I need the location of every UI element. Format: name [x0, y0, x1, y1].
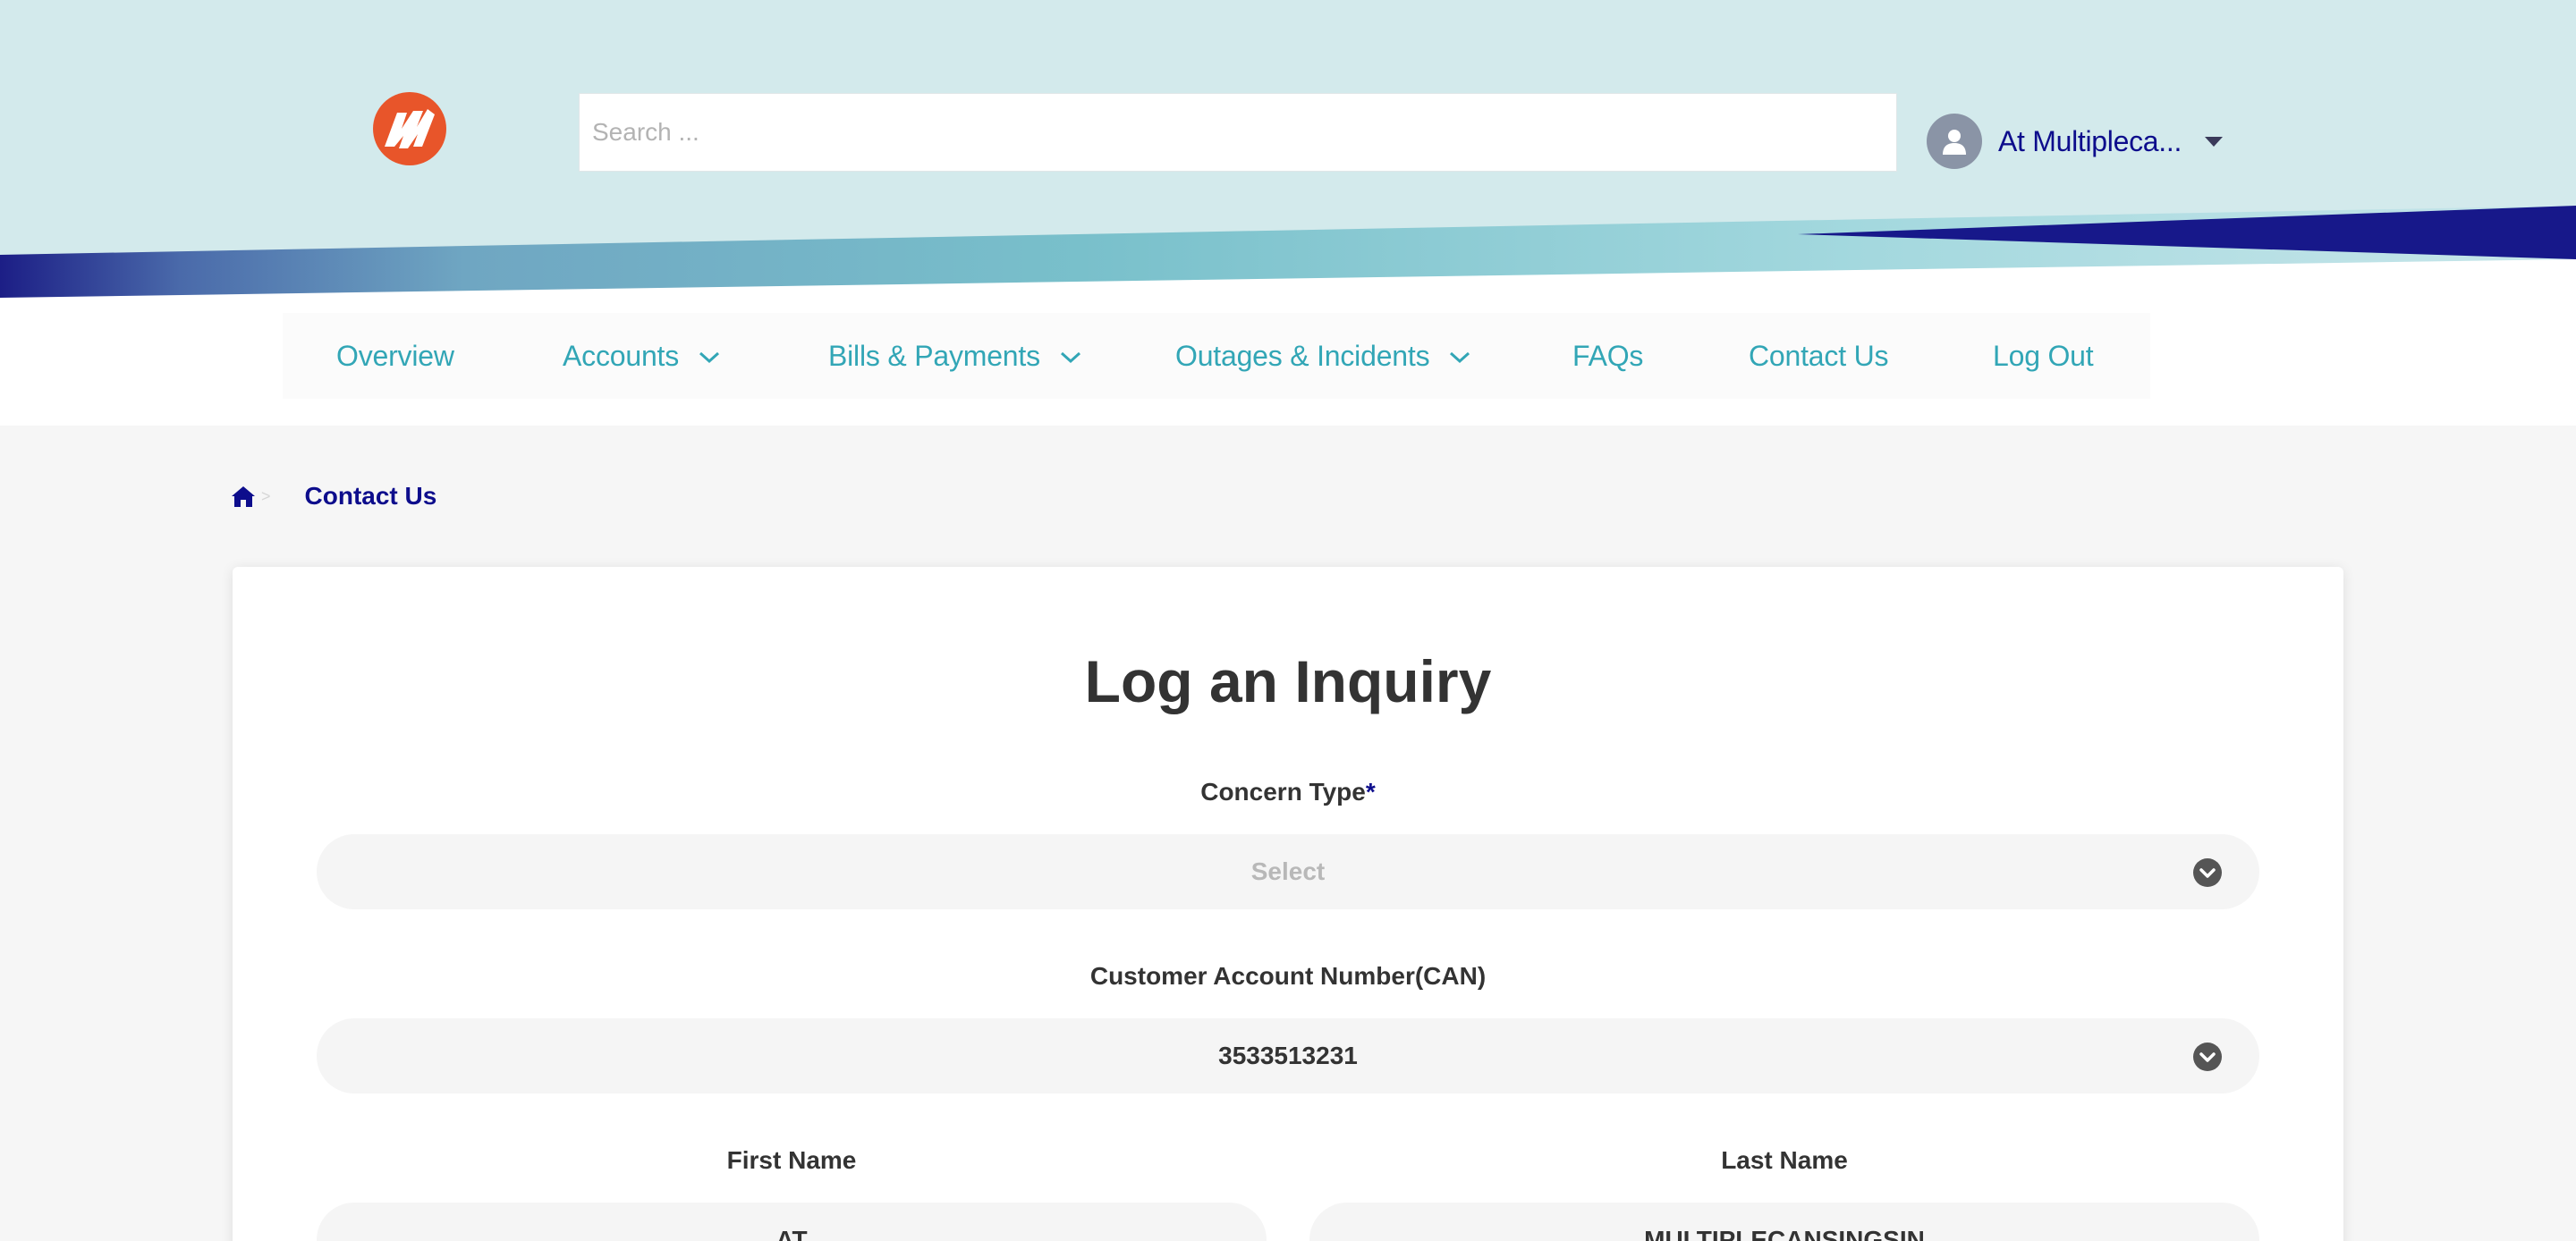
concern-type-label: Concern Type*: [317, 778, 2259, 806]
nav-item-label: Contact Us: [1749, 339, 1889, 372]
nav-item-label: Log Out: [1993, 339, 2094, 372]
nav-item-log-out[interactable]: Log Out: [1993, 313, 2094, 399]
chevron-circle-down-icon: [2193, 858, 2222, 887]
search-input[interactable]: [579, 93, 1897, 172]
first-name-label: First Name: [726, 1146, 857, 1174]
nav-item-label: Outages & Incidents: [1175, 339, 1430, 372]
site-header: At Multipleca...: [0, 0, 2576, 298]
user-name: At Multipleca...: [1998, 124, 2182, 157]
home-icon[interactable]: [231, 485, 256, 508]
account-number-label: Customer Account Number(CAN): [1089, 962, 1487, 990]
chevron-down-icon: [1060, 351, 1080, 364]
nav-item-label: Accounts: [563, 339, 680, 372]
last-name-label: Last Name: [1721, 1146, 1848, 1174]
account-number-select[interactable]: 3533513231: [317, 1018, 2259, 1093]
breadcrumb-current: Contact Us: [304, 482, 437, 510]
nav-item-faqs[interactable]: FAQs: [1572, 313, 1643, 399]
first-name-field[interactable]: AT: [317, 1203, 1267, 1241]
nav-item-outages-incidents[interactable]: Outages & Incidents: [1175, 313, 1470, 399]
meralco-logo-icon[interactable]: [372, 91, 447, 166]
concern-type-select[interactable]: Select: [317, 834, 2259, 909]
concern-type-value: Select: [1250, 857, 1326, 885]
concern-type-label-text: Concern Type: [1200, 778, 1366, 806]
chevron-circle-down-icon: [2193, 1043, 2222, 1071]
user-menu[interactable]: At Multipleca...: [1927, 114, 2224, 169]
account-number-value: 3533513231: [1218, 1042, 1358, 1069]
nav-item-label: Overview: [336, 339, 454, 372]
nav-item-label: FAQs: [1572, 339, 1644, 372]
nav-item-accounts[interactable]: Accounts: [563, 313, 720, 399]
nav-item-bills-payments[interactable]: Bills & Payments: [828, 313, 1081, 399]
caret-down-icon: [2205, 136, 2224, 147]
breadcrumb: > Contact Us: [231, 481, 436, 511]
required-mark: *: [1365, 778, 1376, 806]
page-title: Log an Inquiry: [1084, 648, 1492, 714]
breadcrumb-separator: >: [261, 486, 271, 505]
nav-item-contact-us[interactable]: Contact Us: [1749, 313, 1888, 399]
main-nav: Overview Accounts Bills & Payments Outag…: [0, 298, 2576, 426]
nav-item-label: Bills & Payments: [828, 339, 1040, 372]
nav-item-overview[interactable]: Overview: [336, 313, 454, 399]
inquiry-form-card: Log an Inquiry Concern Type* Select Cust…: [233, 567, 2343, 1241]
last-name-field[interactable]: MULTIPLECANSINGSIN: [1309, 1203, 2259, 1241]
chevron-down-icon: [699, 351, 720, 364]
user-avatar-icon: [1927, 114, 1982, 169]
chevron-down-icon: [1450, 351, 1470, 364]
